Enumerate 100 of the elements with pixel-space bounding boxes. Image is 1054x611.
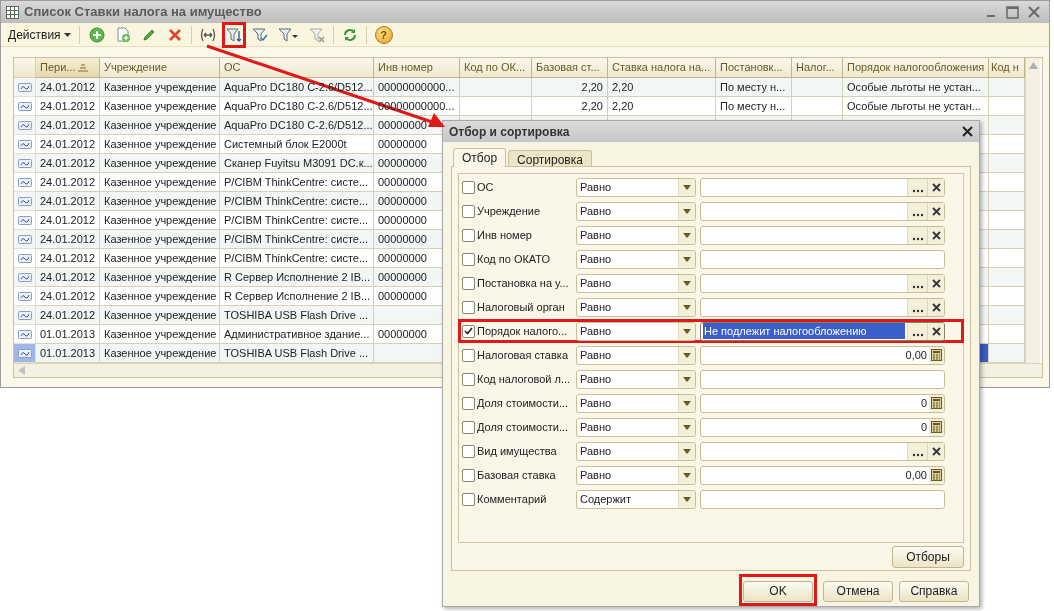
vertical-scrollbar[interactable] <box>1025 58 1040 363</box>
help-button[interactable]: ? <box>374 25 393 44</box>
ellipsis-icon[interactable] <box>911 212 924 217</box>
row-marker-cell[interactable] <box>14 249 36 268</box>
column-header[interactable]: Учреждение <box>100 58 220 78</box>
value-field[interactable]: 0 <box>700 393 945 413</box>
clear-icon[interactable] <box>931 446 941 456</box>
condition-dropdown[interactable]: Равно <box>576 249 696 269</box>
row-marker-cell[interactable] <box>14 344 36 363</box>
filter-menu-icon[interactable] <box>277 26 299 43</box>
column-header[interactable]: Код н <box>989 58 1025 78</box>
dialog-button[interactable]: OK <box>743 580 813 602</box>
value-field[interactable] <box>700 249 945 269</box>
column-header[interactable]: ОС <box>220 58 374 78</box>
interval-icon[interactable] <box>199 26 216 43</box>
value-field[interactable] <box>700 177 945 197</box>
add-icon[interactable] <box>88 26 105 43</box>
refresh-icon[interactable] <box>341 26 358 43</box>
row-marker-cell[interactable] <box>14 116 36 135</box>
checkbox[interactable] <box>462 348 475 362</box>
condition-dropdown[interactable]: Равно <box>576 417 696 437</box>
column-header[interactable]: Постановк... <box>716 58 792 78</box>
condition-dropdown[interactable]: Равно <box>576 345 696 365</box>
condition-dropdown[interactable]: Равно <box>576 393 696 413</box>
ellipsis-icon[interactable] <box>911 452 924 457</box>
column-header[interactable]: Ставка налога на... <box>608 58 716 78</box>
value-field[interactable]: 0,00 <box>700 465 945 485</box>
row-marker-cell[interactable] <box>14 97 36 116</box>
condition-dropdown[interactable]: Равно <box>576 201 696 221</box>
checkbox[interactable] <box>462 228 475 242</box>
value-field[interactable] <box>700 489 945 509</box>
delete-icon[interactable] <box>166 26 183 43</box>
value-field[interactable] <box>700 201 945 221</box>
copy-icon[interactable] <box>114 26 131 43</box>
checkbox[interactable] <box>462 276 475 290</box>
row-marker-cell[interactable] <box>14 135 36 154</box>
condition-dropdown[interactable]: Равно <box>576 225 696 245</box>
checkbox[interactable] <box>462 252 475 266</box>
tab[interactable]: Отбор <box>453 148 507 167</box>
value-field[interactable]: 0,00 <box>700 345 945 365</box>
row-marker-cell[interactable] <box>14 173 36 192</box>
dialog-button[interactable]: Справка <box>899 580 969 602</box>
row-marker-cell[interactable] <box>14 325 36 344</box>
row-marker-cell[interactable] <box>14 192 36 211</box>
tab[interactable]: Сортировка <box>508 150 592 166</box>
column-header[interactable]: Налог... <box>792 58 843 78</box>
value-field[interactable] <box>700 441 945 461</box>
checkbox[interactable] <box>462 444 475 458</box>
ellipsis-icon[interactable] <box>911 236 924 241</box>
row-marker-cell[interactable] <box>14 154 36 173</box>
row-marker-cell[interactable] <box>14 211 36 230</box>
value-field[interactable] <box>700 225 945 245</box>
calculator-icon[interactable] <box>931 349 942 361</box>
value-field[interactable] <box>700 297 945 317</box>
checkbox[interactable] <box>462 372 475 386</box>
column-header[interactable]: Пери... <box>36 58 100 78</box>
clear-icon[interactable] <box>931 326 941 336</box>
value-field[interactable]: Не подлежит налогообложению <box>700 321 945 341</box>
condition-dropdown[interactable]: Равно <box>576 297 696 317</box>
clear-icon[interactable] <box>931 278 941 288</box>
checkbox[interactable] <box>462 420 475 434</box>
checkbox[interactable] <box>462 300 475 314</box>
ellipsis-icon[interactable] <box>911 188 924 193</box>
value-field[interactable] <box>700 273 945 293</box>
ellipsis-icon[interactable] <box>911 332 924 337</box>
condition-dropdown[interactable]: Равно <box>576 369 696 389</box>
column-header[interactable]: Код по ОК... <box>460 58 532 78</box>
checkbox[interactable] <box>462 324 475 338</box>
filter-clear-icon[interactable] <box>308 26 325 43</box>
value-field[interactable]: 0 <box>700 417 945 437</box>
filter-check-icon[interactable] <box>251 26 268 43</box>
calculator-icon[interactable] <box>931 469 942 481</box>
checkbox[interactable] <box>462 492 475 506</box>
column-header[interactable]: Инв номер <box>374 58 460 78</box>
close-icon[interactable] <box>962 126 973 137</box>
condition-dropdown[interactable]: Равно <box>576 273 696 293</box>
clear-icon[interactable] <box>931 206 941 216</box>
actions-menu[interactable]: Действия <box>5 24 74 45</box>
condition-dropdown[interactable]: Содержит <box>576 489 696 509</box>
row-marker-cell[interactable] <box>14 268 36 287</box>
column-header[interactable]: Базовая ст... <box>532 58 608 78</box>
calculator-icon[interactable] <box>931 421 942 433</box>
filter-sort-icon[interactable] <box>225 26 242 43</box>
ellipsis-icon[interactable] <box>911 308 924 313</box>
condition-dropdown[interactable]: Равно <box>576 465 696 485</box>
row-marker-cell[interactable] <box>14 306 36 325</box>
ellipsis-icon[interactable] <box>911 284 924 289</box>
scroll-up-icon[interactable] <box>1028 62 1038 69</box>
checkbox[interactable] <box>462 204 475 218</box>
calculator-icon[interactable] <box>931 397 942 409</box>
checkbox[interactable] <box>462 396 475 410</box>
checkbox[interactable] <box>462 468 475 482</box>
checkbox[interactable] <box>462 180 475 194</box>
row-marker-cell[interactable] <box>14 78 36 97</box>
clear-icon[interactable] <box>931 230 941 240</box>
row-marker-cell[interactable] <box>14 287 36 306</box>
clear-icon[interactable] <box>931 302 941 312</box>
column-header[interactable]: Порядок налогообложения <box>843 58 989 78</box>
clear-icon[interactable] <box>931 182 941 192</box>
value-field[interactable] <box>700 369 945 389</box>
